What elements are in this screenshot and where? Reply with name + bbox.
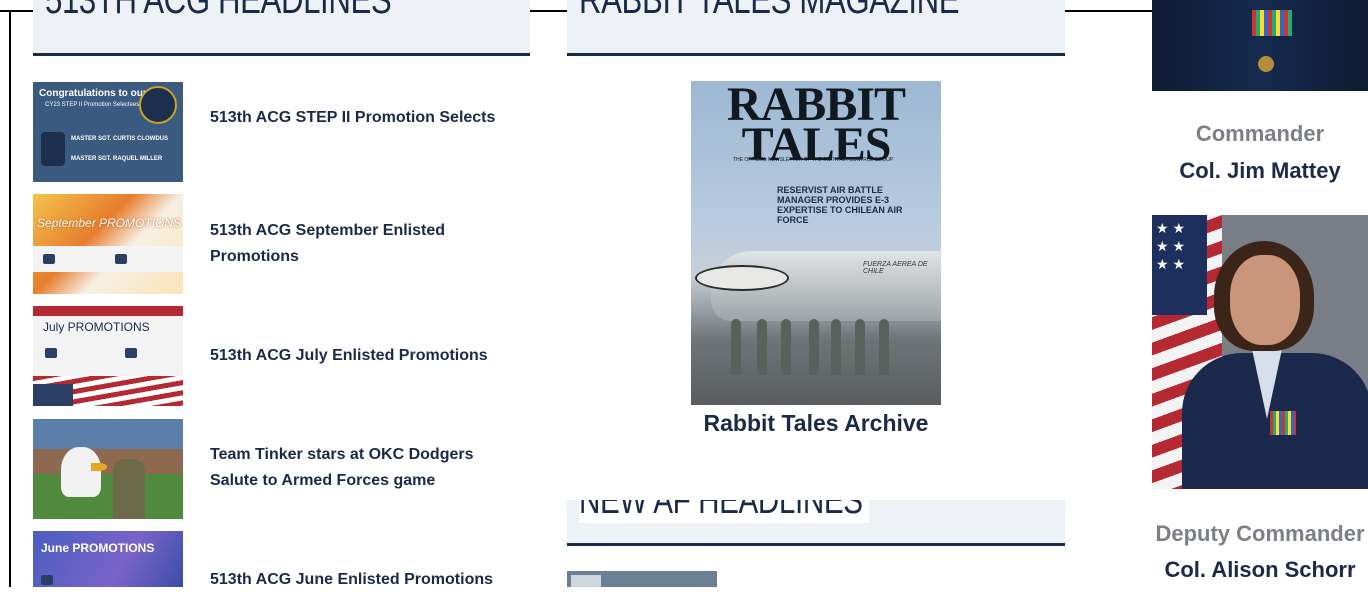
news-item-step-ii[interactable]: Congratulations to our CY23 STEP II Prom… [33,82,530,182]
rank-insignia-icon [125,348,137,358]
deputy-commander-photo: ★ ★ ★ ★ ★ ★ [1152,215,1368,489]
commander-name: Col. Jim Mattey [1179,158,1341,183]
crew-figure [809,319,819,375]
news-title-link[interactable]: 513th ACG July Enlisted Promotions [210,343,510,369]
airman-figure [113,459,145,519]
af-news-thumb[interactable] [567,571,717,587]
thumb-text: MASTER SGT. RAQUEL MILLER [71,156,163,162]
news-title-link[interactable]: 513th ACG September Enlisted Promotions [210,218,510,270]
crew-figure [879,319,889,375]
mascot-beak [91,463,107,471]
news-thumb-step-ii[interactable]: Congratulations to our CY23 STEP II Prom… [33,82,183,182]
unit-emblem-icon [139,86,177,124]
rank-insignia-icon [41,132,65,166]
thumb-stripe [33,306,183,316]
crew-figure [781,319,791,375]
thumb-text: MASTER SGT. CURTIS CLOWDUS [71,136,168,142]
cover-subtitle: THE OFFICIAL NEWSLETTER OF THE 513TH AIR… [733,157,894,163]
news-thumb-september[interactable]: September PROMOTIONS [33,194,183,294]
thumb-text: June PROMOTIONS [41,541,155,555]
rank-insignia-icon [43,254,55,264]
cover-masthead: RABBIT TALES [691,81,941,169]
acg-headlines-title: 513TH ACG HEADLINES [45,0,392,22]
commander-photo [1152,0,1368,91]
news-title-link[interactable]: 513th ACG STEP II Promotion Selects [210,105,510,131]
news-item-okc-dodgers[interactable]: Team Tinker stars at OKC Dodgers Salute … [33,419,530,519]
flag-canton [33,384,73,406]
magazine-cover-image[interactable]: RABBIT TALES THE OFFICIAL NEWSLETTER OF … [691,81,941,405]
ribbon-rack [1270,411,1296,435]
af-thumb-detail [571,575,601,587]
commander-role: Commander [1195,121,1325,146]
rabbit-tales-title: RABBIT TALES MAGAZINE [579,0,960,22]
crew-figure [731,319,741,375]
thumb-text: July PROMOTIONS [43,320,150,334]
mascot-figure [61,447,101,497]
news-title-link[interactable]: 513th ACG June Enlisted Promotions [210,567,510,593]
thumb-text: September PROMOTIONS [37,216,182,230]
rank-insignia-icon [45,348,57,358]
news-thumb-july[interactable]: July PROMOTIONS [33,306,183,406]
rabbit-tales-header: RABBIT TALES MAGAZINE [567,0,1065,56]
thumb-text: CY23 STEP II Promotion Selectees [45,102,140,108]
crew-figure [757,319,767,375]
aircraft-lettering: FUERZA AEREA DE CHILE [863,261,928,275]
rank-insignia-icon [41,575,53,585]
viewport-left-border [0,10,11,587]
crew-figure [831,319,841,375]
radar-dome [695,265,789,291]
acg-headlines-header: 513TH ACG HEADLINES [33,0,530,56]
portrait-face [1230,255,1300,345]
rank-insignia-icon [115,254,127,264]
star-icon: ★ ★ ★ ★ ★ ★ [1152,215,1207,315]
news-title-link[interactable]: Team Tinker stars at OKC Dodgers Salute … [210,442,510,494]
news-thumb-okc-dodgers[interactable] [33,419,183,519]
af-headlines-title: NEW AF HEADLINES [579,500,869,523]
rabbit-tales-archive-link[interactable]: Rabbit Tales Archive [691,410,941,437]
badge-icon [1258,56,1274,72]
ribbon-rack [1252,10,1292,36]
news-thumb-june[interactable]: June PROMOTIONS [33,531,183,587]
news-item-july[interactable]: July PROMOTIONS 513th ACG July Enlisted … [33,306,530,406]
deputy-name: Col. Alison Schorr [1164,557,1356,582]
thumb-text: Congratulations to our [39,88,147,99]
af-headlines-header: NEW AF HEADLINES [567,500,1065,546]
news-item-june[interactable]: June PROMOTIONS 513th ACG June Enlisted … [33,531,530,588]
crew-figure [855,319,865,375]
deputy-role: Deputy Commander [1155,521,1365,546]
thumb-strip [33,246,183,272]
news-item-september[interactable]: September PROMOTIONS 513th ACG September… [33,194,530,294]
cover-headline: RESERVIST AIR BATTLE MANAGER PROVIDES E-… [777,185,903,225]
